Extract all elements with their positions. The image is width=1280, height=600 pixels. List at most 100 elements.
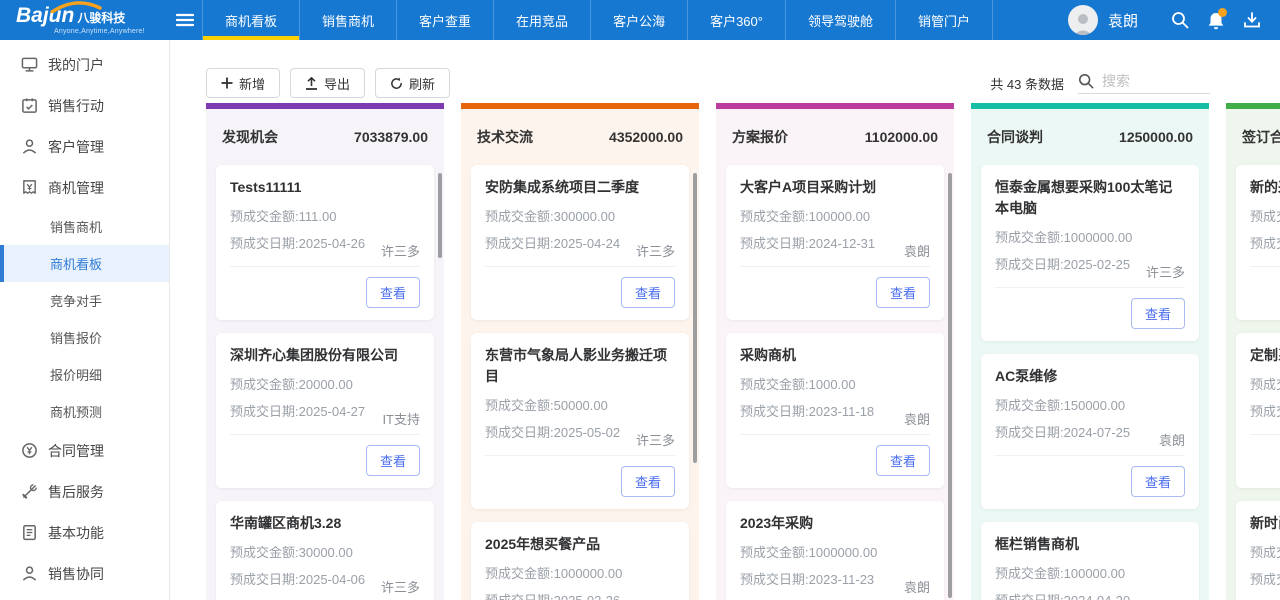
view-button[interactable]: 查看: [1131, 298, 1185, 329]
search-icon[interactable]: [1078, 73, 1094, 89]
date-label: 预成交日期:: [230, 572, 299, 587]
nav-tab-competitors-inuse[interactable]: 在用竞品: [494, 0, 591, 40]
column-scrollbar[interactable]: [438, 173, 442, 258]
opportunity-card[interactable]: 大客户A项目采购计划 预成交金额:100000.00 预成交日期:2024-12…: [726, 165, 944, 320]
sidebar-item-label: 销售商机: [50, 217, 102, 236]
column-total: 1250000.00: [1119, 129, 1193, 145]
sidebar-item-basic-functions[interactable]: 基本功能: [0, 512, 169, 553]
opportunity-card[interactable]: 华南罐区商机3.28 预成交金额:30000.00 预成交日期:2025-04-…: [216, 501, 434, 600]
view-button[interactable]: 查看: [366, 445, 420, 476]
sidebar-item-label: 基本功能: [48, 523, 104, 543]
sidebar-item-sales-action[interactable]: 销售行动: [0, 85, 169, 126]
column-title: 技术交流: [477, 127, 533, 147]
sidebar-item-sales-collaboration[interactable]: 销售协同: [0, 553, 169, 594]
sidebar-item-competitors[interactable]: 竞争对手: [0, 282, 169, 319]
card-title: 定制系统: [1250, 345, 1280, 366]
date-value: 2024-07-25: [1064, 425, 1131, 440]
nav-tab-customer-pool[interactable]: 客户公海: [591, 0, 688, 40]
amount-label: 预成交金额:: [740, 209, 809, 224]
add-button-label: 新增: [239, 74, 265, 93]
kanban-column-contract-signed: 签订合同 新的采购 预成交金额: 预成交日期: 查看 定制系统 预成交金额: 预…: [1226, 103, 1280, 600]
view-button[interactable]: 查看: [621, 277, 675, 308]
date-label: 预成交日期:: [995, 425, 1064, 440]
view-button[interactable]: 查看: [366, 277, 420, 308]
opportunity-card[interactable]: 新的采购 预成交金额: 预成交日期: 查看: [1236, 165, 1280, 320]
date-label: 预成交日期:: [740, 236, 809, 251]
amount-label: 预成交金额:: [1250, 545, 1280, 560]
search-input[interactable]: [1102, 73, 1210, 89]
opportunity-card[interactable]: 采购商机 预成交金额:1000.00 预成交日期:2023-11-18袁朗 查看: [726, 333, 944, 488]
menu-toggle-icon[interactable]: [168, 0, 202, 40]
opportunity-card[interactable]: 2023年采购 预成交金额:1000000.00 预成交日期:2023-11-2…: [726, 501, 944, 600]
sidebar-item-sales-opportunity[interactable]: 销售商机: [0, 208, 169, 245]
card-owner: 许三多: [381, 577, 420, 596]
opportunity-card[interactable]: AC泵维修 预成交金额:150000.00 预成交日期:2024-07-25袁朗…: [981, 354, 1199, 509]
view-button[interactable]: 查看: [1131, 466, 1185, 497]
avatar[interactable]: [1068, 5, 1098, 35]
search-icon[interactable]: [1170, 10, 1190, 30]
opportunity-card[interactable]: 框栏销售商机 预成交金额:100000.00 预成交日期:2024-04-20袁…: [981, 522, 1199, 600]
date-value: 2024-12-31: [809, 236, 876, 251]
refresh-button[interactable]: 刷新: [375, 68, 450, 98]
amount-value: 1000000.00: [554, 566, 623, 581]
amount-label: 预成交金额:: [1250, 209, 1280, 224]
card-owner: 袁朗: [904, 409, 930, 428]
amount-label: 预成交金额:: [485, 566, 554, 581]
document-icon: [20, 524, 38, 542]
nav-tab-customer-360[interactable]: 客户360°: [688, 0, 786, 40]
sidebar-item-sales-quote[interactable]: 销售报价: [0, 319, 169, 356]
plus-icon: [221, 77, 233, 89]
opportunity-card[interactable]: 深圳齐心集团股份有限公司 预成交金额:20000.00 预成交日期:2025-0…: [216, 333, 434, 488]
column-total: 7033879.00: [354, 129, 428, 145]
column-scrollbar[interactable]: [693, 173, 697, 463]
sidebar-item-customer-mgmt[interactable]: 客户管理: [0, 126, 169, 167]
view-button[interactable]: 查看: [876, 277, 930, 308]
sidebar-item-my-portal[interactable]: 我的门户: [0, 44, 169, 85]
opportunity-card[interactable]: 东营市气象局人影业务搬迁项目 预成交金额:50000.00 预成交日期:2025…: [471, 333, 689, 509]
kanban-column-tech-exchange: 技术交流 4352000.00 安防集成系统项目二季度 预成交金额:300000…: [461, 103, 699, 600]
monitor-icon: [20, 56, 38, 74]
export-button[interactable]: 导出: [290, 68, 365, 98]
card-owner: 许三多: [381, 241, 420, 260]
nav-tab-sales-opportunity[interactable]: 销售商机: [300, 0, 397, 40]
amount-label: 预成交金额:: [485, 398, 554, 413]
sidebar-item-label: 商机管理: [48, 178, 104, 198]
date-label: 预成交日期:: [230, 236, 299, 251]
user-icon: [20, 138, 38, 156]
opportunity-card[interactable]: 安防集成系统项目二季度 预成交金额:300000.00 预成交日期:2025-0…: [471, 165, 689, 320]
opportunity-card[interactable]: 新时尚2 预成交金额: 预成交日期: 查看: [1236, 501, 1280, 600]
sidebar-item-quote-detail[interactable]: 报价明细: [0, 356, 169, 393]
amount-value: 30000.00: [299, 545, 353, 560]
date-value: 2025-04-06: [299, 572, 366, 587]
card-title: 东营市气象局人影业务搬迁项目: [485, 345, 675, 387]
card-owner: IT支持: [382, 409, 420, 428]
sidebar-item-contract-mgmt[interactable]: 合同管理: [0, 430, 169, 471]
sidebar-item-label: 我的门户: [48, 55, 104, 75]
amount-value: 20000.00: [299, 377, 353, 392]
download-icon[interactable]: [1242, 10, 1262, 30]
brand-tagline: Anyone,Anytime,Anywhere!: [16, 28, 168, 35]
date-label: 预成交日期:: [740, 404, 809, 419]
sidebar-item-opportunity-forecast[interactable]: 商机预测: [0, 393, 169, 430]
current-user-name[interactable]: 袁朗: [1108, 10, 1138, 31]
view-button[interactable]: 查看: [621, 466, 675, 497]
sidebar-item-opportunity-board[interactable]: 商机看板: [0, 245, 169, 282]
date-label: 预成交日期:: [1250, 236, 1280, 251]
opportunity-card[interactable]: 2025年想买餐产品 预成交金额:1000000.00 预成交日期:2025-0…: [471, 522, 689, 600]
view-button[interactable]: 查看: [876, 445, 930, 476]
bell-icon[interactable]: [1206, 10, 1226, 30]
nav-tab-sales-portal[interactable]: 销管门户: [896, 0, 993, 40]
nav-tab-leader-cockpit[interactable]: 领导驾驶舱: [786, 0, 896, 40]
amount-value: 1000000.00: [1064, 230, 1133, 245]
column-title: 发现机会: [222, 127, 278, 147]
sidebar-item-opportunity-mgmt[interactable]: 商机管理: [0, 167, 169, 208]
opportunity-card[interactable]: Tests11111 预成交金额:111.00 预成交日期:2025-04-26…: [216, 165, 434, 320]
column-scrollbar[interactable]: [948, 173, 952, 598]
opportunity-card[interactable]: 恒泰金属想要采购100太笔记本电脑 预成交金额:1000000.00 预成交日期…: [981, 165, 1199, 341]
sidebar-item-aftersales-service[interactable]: 售后服务: [0, 471, 169, 512]
nav-tab-opportunity-board[interactable]: 商机看板: [202, 0, 300, 40]
nav-tab-customer-dedup[interactable]: 客户查重: [397, 0, 494, 40]
add-button[interactable]: 新增: [206, 68, 280, 98]
amount-value: 100000.00: [1064, 566, 1125, 581]
opportunity-card[interactable]: 定制系统 预成交金额: 预成交日期: 查看: [1236, 333, 1280, 488]
